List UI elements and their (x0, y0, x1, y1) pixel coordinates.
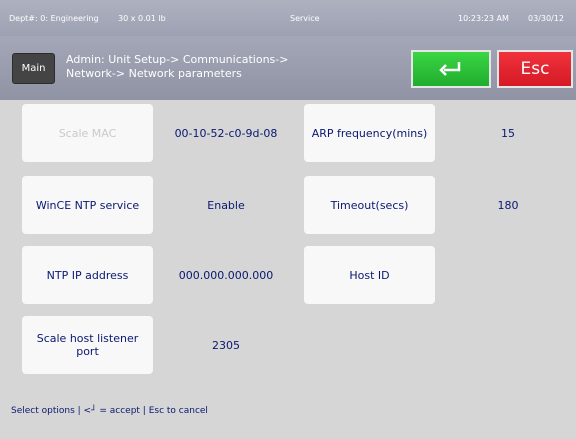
timeout-button[interactable]: Timeout(secs) (304, 176, 435, 234)
scale-mac-button: Scale MAC (22, 104, 153, 162)
ntp-ip-address-value: 000.000.000.000 (178, 268, 274, 282)
main-button[interactable]: Main (12, 53, 55, 84)
mode-label: Service (290, 14, 320, 23)
wince-ntp-service-value: Enable (207, 198, 245, 212)
arp-frequency-value: 15 (501, 126, 515, 140)
timeout-value: 180 (497, 198, 519, 212)
esc-button[interactable]: Esc (497, 50, 573, 88)
arp-frequency-button[interactable]: ARP frequency(mins) (304, 104, 435, 162)
host-id-value (442, 246, 574, 304)
breadcrumb: Admin: Unit Setup-> Communications-> Net… (66, 53, 288, 81)
ntp-ip-address-button[interactable]: NTP IP address (22, 246, 153, 304)
scale-host-listener-port-button[interactable]: Scale host listener port (22, 316, 153, 374)
host-id-button[interactable]: Host ID (304, 246, 435, 304)
breadcrumb-line-1: Admin: Unit Setup-> Communications-> (66, 53, 289, 66)
clock-date: 03/30/12 (528, 14, 564, 23)
scale-mac-value: 00-10-52-c0-9d-08 (174, 126, 278, 140)
parameters-panel: Scale MAC 00-10-52-c0-9d-08 ARP frequenc… (0, 100, 576, 439)
scale-host-listener-port-value: 2305 (212, 338, 240, 352)
footer-hint: Select options | <┘ = accept | Esc to ca… (11, 406, 208, 416)
enter-arrow-icon (439, 62, 461, 76)
department-label: Dept#: 0: Engineering (9, 14, 99, 23)
clock-time: 10:23:23 AM (458, 14, 509, 23)
title-bar: Main Admin: Unit Setup-> Communications-… (0, 36, 576, 100)
wince-ntp-service-button[interactable]: WinCE NTP service (22, 176, 153, 234)
status-bar: Dept#: 0: Engineering 30 x 0.01 lb Servi… (0, 0, 576, 36)
scale-capacity: 30 x 0.01 lb (118, 14, 166, 23)
accept-button[interactable] (411, 50, 491, 88)
breadcrumb-line-2: Network-> Network parameters (66, 67, 242, 80)
